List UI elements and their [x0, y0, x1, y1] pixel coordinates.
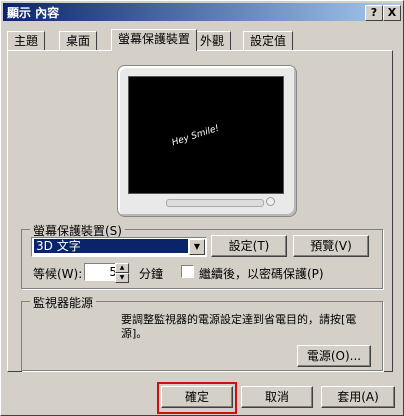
monitor-power-group-label: 監視器能源: [30, 294, 97, 311]
monitor-bezel-bar: [166, 199, 264, 207]
display-properties-dialog: 顯示 內容 ? X 主題 桌面 螢幕保護裝置 外觀 設定值 Hey Smile!…: [0, 0, 404, 416]
title-bar[interactable]: 顯示 內容 ? X: [3, 3, 401, 21]
spin-up-icon[interactable]: ▲: [115, 263, 129, 273]
power-button[interactable]: 電源(O)...: [297, 345, 371, 367]
wait-spinner[interactable]: ▲ ▼: [115, 263, 129, 283]
password-checkbox[interactable]: [181, 265, 194, 278]
tab-desktop[interactable]: 桌面: [59, 31, 98, 50]
tab-settings[interactable]: 設定值: [243, 31, 294, 50]
chevron-down-icon[interactable]: ▼: [189, 239, 205, 255]
help-button[interactable]: ?: [365, 5, 383, 21]
close-button[interactable]: X: [383, 5, 401, 21]
monitor-preview: Hey Smile!: [117, 65, 297, 217]
minutes-label: 分鐘: [139, 267, 164, 281]
password-checkbox-label[interactable]: 繼續後，以密碼保護(P): [199, 265, 324, 282]
tab-themes[interactable]: 主題: [7, 31, 46, 50]
power-description: 要調整監視器的電源設定達到省電目的，請按[電源]。: [121, 313, 357, 340]
spin-down-icon[interactable]: ▼: [115, 273, 129, 283]
tab-appearance[interactable]: 外觀: [193, 31, 232, 50]
window-title: 顯示 內容: [7, 6, 60, 20]
screen-saver-select[interactable]: 3D 文字 ▼: [31, 237, 207, 257]
monitor-power-led-icon: [266, 197, 275, 206]
ok-button[interactable]: 確定: [161, 386, 233, 408]
screen-saver-selected-value: 3D 文字: [33, 238, 189, 254]
settings-button[interactable]: 設定(T): [211, 235, 287, 257]
preview-button[interactable]: 預覽(V): [293, 235, 369, 257]
apply-button[interactable]: 套用(A): [321, 386, 395, 408]
tab-screen-saver[interactable]: 螢幕保護裝置: [111, 29, 198, 51]
preview-screen: Hey Smile!: [128, 76, 284, 194]
wait-label: 等候(W):: [33, 267, 83, 281]
cancel-button[interactable]: 取消: [241, 386, 313, 408]
preview-text: Hey Smile!: [170, 123, 221, 149]
